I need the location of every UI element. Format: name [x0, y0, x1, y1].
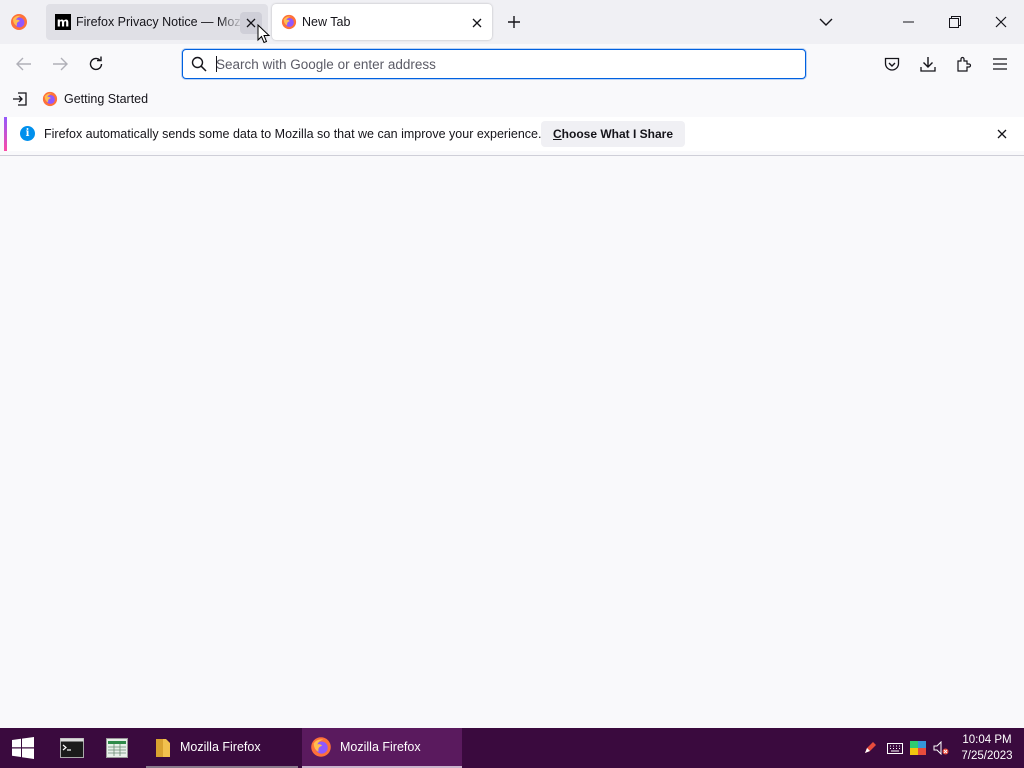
minimize-button[interactable] — [889, 6, 929, 38]
mozilla-m-icon: m — [55, 14, 71, 30]
bookmarks-toolbar: Getting Started — [0, 84, 1024, 114]
text-caret — [216, 56, 217, 72]
address-input[interactable] — [216, 53, 786, 75]
tray-app-icon[interactable] — [862, 740, 878, 756]
clock-time: 10:04 PM — [962, 734, 1012, 746]
hamburger-menu-icon — [993, 58, 1007, 70]
pocket-button[interactable] — [880, 52, 904, 76]
color-display-icon — [910, 741, 926, 755]
restore-button[interactable] — [935, 6, 975, 38]
system-clock[interactable]: 10:04 PM 7/25/2023 — [956, 732, 1018, 764]
plus-icon — [508, 16, 520, 28]
forward-button[interactable] — [48, 52, 72, 76]
taskbar-app-label: Mozilla Firefox — [340, 740, 421, 754]
keyboard-tray-button[interactable] — [887, 740, 903, 756]
close-icon — [246, 18, 256, 28]
info-icon: i — [20, 126, 35, 141]
puzzle-icon — [957, 56, 972, 72]
volume-tray-button[interactable] — [933, 740, 949, 756]
app-menu-button[interactable] — [988, 52, 1012, 76]
taskbar: Mozilla Firefox Mozilla Firefox 10:04 PM… — [0, 728, 1024, 768]
volume-muted-icon — [933, 741, 949, 755]
choose-what-i-share-button[interactable]: Choose What I Share — [541, 121, 686, 147]
spreadsheet-taskbar-button[interactable] — [103, 734, 131, 762]
chevron-down-icon — [819, 18, 833, 26]
bookmark-getting-started[interactable]: Getting Started — [38, 88, 152, 110]
close-icon — [997, 129, 1007, 139]
bookmark-label: Getting Started — [64, 92, 149, 106]
arrow-right-icon — [53, 57, 68, 71]
folder-icon — [156, 739, 170, 757]
firefox-icon — [281, 14, 297, 30]
taskbar-app-file-explorer[interactable]: Mozilla Firefox — [146, 728, 298, 768]
page-content[interactable] — [0, 156, 1024, 728]
tab-title: New Tab — [302, 15, 351, 29]
reload-button[interactable] — [84, 52, 108, 76]
spreadsheet-icon — [106, 738, 128, 758]
close-icon — [995, 16, 1007, 28]
back-button[interactable] — [12, 52, 36, 76]
list-all-tabs-button[interactable] — [815, 11, 837, 33]
firefox-icon — [311, 737, 331, 757]
search-icon — [191, 56, 207, 72]
terminal-taskbar-button[interactable] — [58, 734, 86, 762]
extensions-button[interactable] — [952, 52, 976, 76]
svg-text:m: m — [57, 16, 70, 30]
taskbar-app-label: Mozilla Firefox — [180, 740, 261, 754]
close-tab-button[interactable] — [466, 12, 488, 34]
terminal-icon — [60, 738, 84, 758]
tab-strip: m Firefox Privacy Notice — Mozilla New T… — [0, 0, 1024, 44]
download-icon — [920, 57, 936, 72]
downloads-button[interactable] — [916, 52, 940, 76]
keyboard-icon — [887, 742, 903, 754]
import-bookmarks-icon[interactable] — [12, 91, 28, 107]
minimize-icon — [903, 21, 914, 23]
pen-icon — [865, 742, 876, 753]
restore-icon — [949, 16, 961, 28]
arrow-left-icon — [16, 57, 31, 71]
tab-privacy-notice[interactable]: m Firefox Privacy Notice — Mozilla — [46, 4, 268, 40]
tab-new-tab[interactable]: New Tab — [272, 4, 492, 40]
clock-date: 7/25/2023 — [961, 750, 1013, 762]
firefox-icon — [42, 91, 58, 107]
close-notification-button[interactable] — [992, 124, 1012, 144]
new-tab-button[interactable] — [503, 11, 525, 33]
navigation-toolbar — [0, 44, 1024, 84]
mouse-cursor-icon — [257, 24, 271, 44]
url-bar[interactable] — [182, 49, 806, 79]
taskbar-app-firefox[interactable]: Mozilla Firefox — [302, 728, 462, 768]
windows-start-icon[interactable] — [10, 736, 36, 760]
close-icon — [472, 18, 482, 28]
close-window-button[interactable] — [981, 6, 1021, 38]
tab-title: Firefox Privacy Notice — Mozilla — [76, 15, 244, 29]
reload-icon — [89, 56, 103, 71]
firefox-icon[interactable] — [10, 13, 28, 31]
notification-message: Firefox automatically sends some data to… — [44, 127, 542, 141]
data-collection-notification: i Firefox automatically sends some data … — [4, 117, 1024, 151]
display-tray-button[interactable] — [910, 740, 926, 756]
pocket-icon — [884, 57, 900, 71]
